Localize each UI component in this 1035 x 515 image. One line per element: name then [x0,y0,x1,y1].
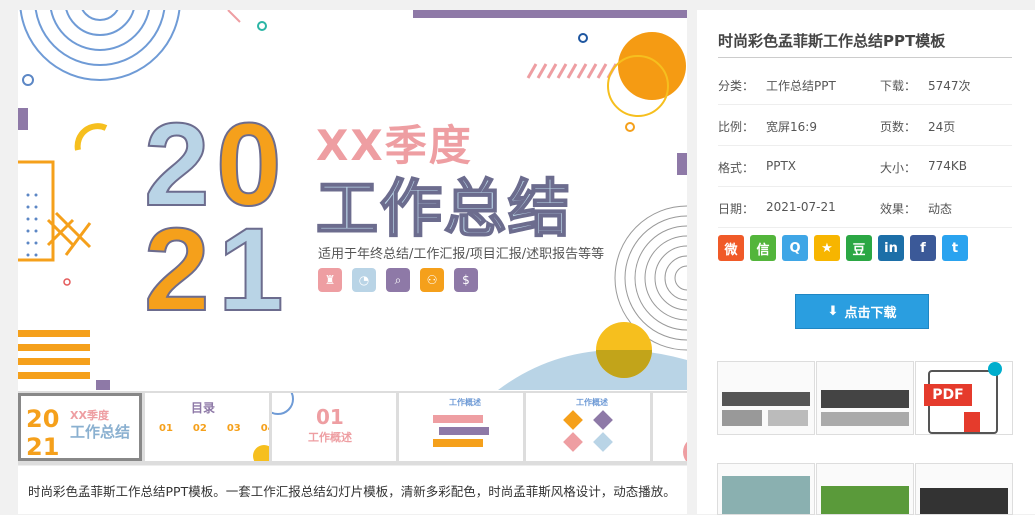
thumbnail-2[interactable]: 目录 01 02 03 04 [145,393,269,461]
ad-tile[interactable] [816,361,914,435]
facebook-icon[interactable]: f [910,235,936,261]
template-title: 时尚彩色孟菲斯工作总结PPT模板 [718,32,946,50]
info-key: 页数： [880,120,917,134]
description-text: 时尚彩色孟菲斯工作总结PPT模板。一套工作汇报总结幻灯片模板，清新多彩配色，时尚… [28,484,676,499]
info-value: 774KB [928,159,968,173]
info-value: PPTX [766,159,797,173]
twitter-icon[interactable]: t [942,235,968,261]
info-row-date: 日期： 2021-07-21 效果： 动态 [718,187,1012,228]
ad-pdf-tile[interactable]: PDF [915,361,1013,435]
info-key: 日期： [718,202,755,216]
download-label: 点击下载 [844,306,897,321]
info-key: 大小： [880,161,917,175]
wechat-icon[interactable]: 信 [750,235,776,261]
thumbnail-1[interactable]: 20 21 XX季度 工作总结 [18,393,142,461]
thumb-title: 目录 [191,401,216,415]
info-key: 分类： [718,79,755,93]
thumb-items: 01 02 03 04 [159,423,269,434]
ad-tile[interactable] [717,361,815,435]
info-key: 下载： [880,79,917,93]
top-strip [0,0,1035,10]
download-button[interactable]: ⬇ 点击下载 [795,294,929,329]
info-value[interactable]: 工作总结PPT [766,77,836,94]
info-key: 效果： [880,202,917,216]
ad-grid: PDF [717,361,1015,515]
weibo-icon[interactable]: 微 [718,235,744,261]
info-row-format: 格式： PPTX 大小： 774KB [718,146,1012,187]
ad-tile[interactable] [816,463,914,515]
template-description: 时尚彩色孟菲斯工作总结PPT模板。一套工作汇报总结幻灯片模板，清新多彩配色，时尚… [18,465,687,515]
share-buttons: 微 信 Q ★ 豆 in f t [718,235,968,261]
thumb-item: 04 [260,423,269,434]
thumbnail-4[interactable]: 工作概述 [399,393,523,461]
slide-title-main: 工作总结 [315,171,573,246]
pdf-label: PDF [924,384,972,406]
thumbnail-6[interactable] [653,393,687,461]
info-sidebar: 时尚彩色孟菲斯工作总结PPT模板 分类： 工作总结PPT 下载： 5747次 比… [697,10,1035,515]
info-key: 比例： [718,120,755,134]
linkedin-icon[interactable]: in [878,235,904,261]
qzone-icon[interactable]: ★ [814,235,840,261]
svg-text:2: 2 [144,204,210,336]
slide-subtitle: 适用于年终总结/工作汇报/项目汇报/述职报告等等 [318,247,605,262]
thumb-title: 工作概述 [576,398,608,407]
info-value: 24页 [928,120,956,134]
thumb-item: 03 [226,423,241,434]
main-slide-preview: 2 0 2 1 XX季度 工作总结 适用于年终总结/工作汇报/项目汇报/述职报告… [18,10,687,390]
info-row-ratio: 比例： 宽屏16:9 页数： 24页 [718,105,1012,146]
info-value: 动态 [928,202,953,216]
info-value: 2021-07-21 [766,200,836,214]
info-value: 5747次 [928,79,971,93]
info-row-category: 分类： 工作总结PPT 下载： 5747次 [718,64,1012,105]
thumb-item: 01 [159,423,173,434]
thumb-title: 工作概述 [308,431,352,444]
thumb-year: 20 21 [26,405,60,461]
douban-icon[interactable]: 豆 [846,235,872,261]
chess-icon: ♜ [318,268,342,292]
ad-tile[interactable] [915,463,1013,515]
thumb-num: 01 [316,405,344,429]
chart-icon: ◔ [352,268,376,292]
thumbnail-3[interactable]: 01 工作概述 [272,393,396,461]
info-value: 宽屏16:9 [766,120,817,134]
preview-panel: 2 0 2 1 XX季度 工作总结 适用于年终总结/工作汇报/项目汇报/述职报告… [18,10,687,514]
slide-icon-row: ♜ ◔ ⌕ ⚇ $ [318,268,478,292]
title-divider [718,57,1012,58]
info-key: 格式： [718,161,755,175]
money-bag-icon: $ [454,268,478,292]
qq-icon[interactable]: Q [782,235,808,261]
thumb-title: 工作总结 [70,423,131,441]
thumbnail-strip: 2021 XX季度 工作总结 目录 01 02 03 04 01 工作概述 工作… [18,391,687,465]
team-icon: ⚇ [420,268,444,292]
thumb-title: 工作概述 [449,398,481,407]
thumbnail-5[interactable]: 工作概述 [526,393,650,461]
thumb-item: 02 [192,423,207,434]
svg-text:1: 1 [218,204,284,336]
search-icon: ⌕ [386,268,410,292]
ad-tile[interactable] [717,463,815,515]
download-icon: ⬇ [827,304,839,319]
